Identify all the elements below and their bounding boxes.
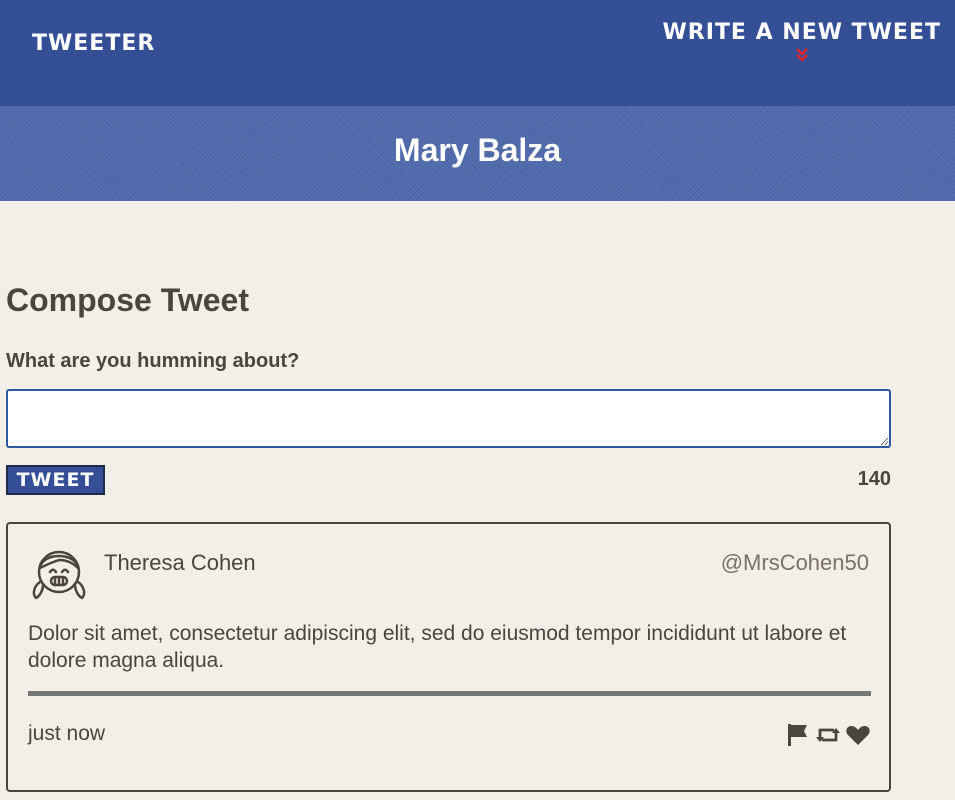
tweet-submit-button[interactable]: Tweet [6, 465, 105, 495]
retweet-icon[interactable] [815, 722, 841, 748]
tweet-text: Dolor sit amet, consectetur adipiscing e… [28, 622, 847, 672]
tweet-timestamp: just now [28, 722, 106, 745]
compose-section: Compose Tweet What are you humming about… [6, 282, 891, 495]
profile-banner: Mary Balza [0, 106, 955, 201]
brand-logo[interactable]: Tweeter [32, 31, 155, 56]
tweet-author-handle: @MrsCohen50 [720, 550, 869, 575]
character-counter: 140 [857, 468, 891, 490]
double-chevron-down-icon [795, 48, 808, 62]
tweet-text-input[interactable] [6, 389, 891, 448]
write-new-tweet-label: Write a new tweet [662, 20, 941, 45]
tweet-actions [785, 722, 871, 748]
profile-name: Mary Balza [393, 132, 562, 168]
tweet-divider [28, 691, 871, 696]
compose-prompt-label: What are you humming about? [6, 350, 300, 372]
flag-icon[interactable] [785, 722, 811, 748]
heart-icon[interactable] [845, 722, 871, 748]
girl-avatar-icon [32, 550, 86, 600]
top-navbar: Tweeter Write a new tweet [0, 0, 955, 106]
tweet-card: Theresa Cohen @MrsCohen50 Dolor sit amet… [6, 522, 891, 792]
tweet-author-name: Theresa Cohen [104, 550, 256, 575]
compose-title: Compose Tweet [6, 282, 249, 318]
write-new-tweet-link[interactable]: Write a new tweet [663, 20, 941, 63]
